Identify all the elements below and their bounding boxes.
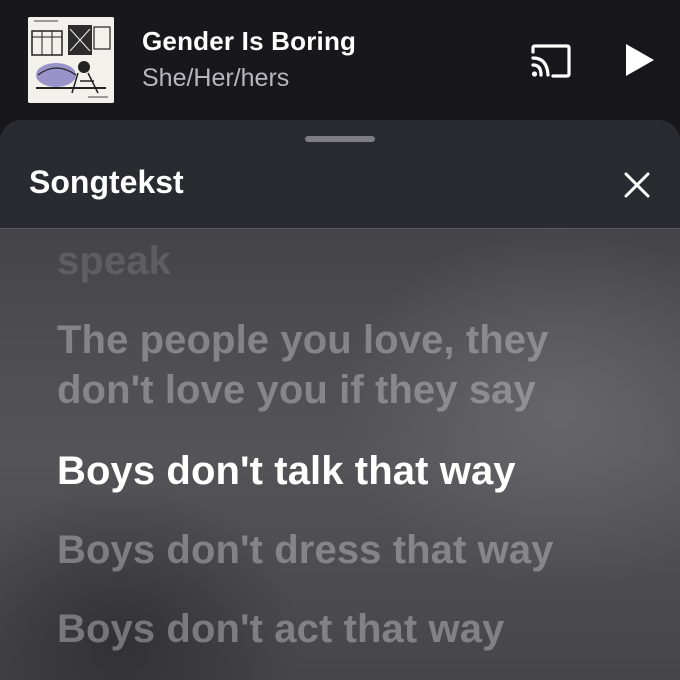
lyric-line[interactable]: Boys don't act that way xyxy=(57,604,657,654)
lyric-line[interactable]: Boys don't dress that way xyxy=(57,525,657,575)
lyrics-sheet-header: Songtekst xyxy=(0,120,680,229)
lyrics-sheet: Songtekst speak The people you love, the… xyxy=(0,120,680,680)
lyric-line[interactable]: don't love you if they say xyxy=(57,365,657,415)
cast-icon xyxy=(531,44,571,78)
lyrics-title: Songtekst xyxy=(29,164,184,200)
mini-player[interactable]: Gender Is Boring She/Her/hers xyxy=(0,0,680,124)
play-button[interactable] xyxy=(622,40,658,80)
track-artist[interactable]: She/Her/hers xyxy=(142,64,289,93)
play-icon xyxy=(626,44,654,76)
lyric-line-active[interactable]: Boys don't talk that way xyxy=(57,446,657,496)
close-icon xyxy=(624,172,650,198)
close-button[interactable] xyxy=(620,168,654,202)
lyric-line[interactable]: The people you love, they xyxy=(57,315,657,365)
cast-button[interactable] xyxy=(528,42,574,80)
drag-handle[interactable] xyxy=(305,136,375,142)
track-title[interactable]: Gender Is Boring xyxy=(142,26,356,57)
lyrics-list[interactable]: speak The people you love, they don't lo… xyxy=(0,228,680,680)
lyric-line[interactable]: speak xyxy=(57,236,657,286)
album-art xyxy=(28,17,114,103)
